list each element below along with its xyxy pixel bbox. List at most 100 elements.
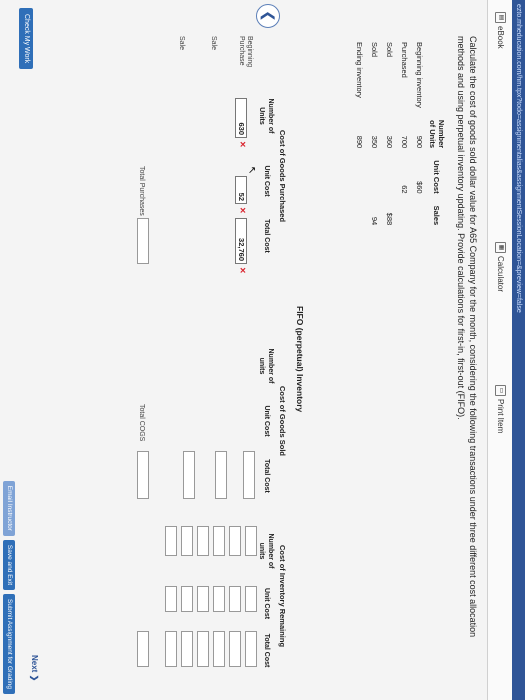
print-button[interactable]: ▭ Print Item [494, 385, 507, 433]
previous-arrow-button[interactable]: ❮ [256, 4, 280, 28]
row-label: Ending inventory [355, 42, 364, 98]
unit-cost-cell: 62 [400, 185, 409, 194]
remaining-units-input[interactable] [213, 526, 225, 556]
question-content: Calculate the cost of goods sold dollar … [137, 36, 485, 686]
fifo-title: FIFO (perpetual) Inventory [295, 306, 305, 413]
ebook-button[interactable]: ▤ eBook [494, 12, 507, 49]
row-label: Sold [370, 42, 379, 58]
book-icon: ▤ [495, 12, 506, 23]
units-cell: 350 [370, 135, 379, 149]
row-label: Beginning inventory [415, 42, 424, 108]
purchase-units-input[interactable]: 630 [235, 98, 247, 138]
table-row: Sold 360 $88 [382, 36, 397, 231]
sales-cell [397, 200, 412, 232]
mouse-cursor-icon: ↖ [246, 166, 257, 175]
remaining-unit-cost-input[interactable] [197, 586, 209, 612]
remaining-units-header: Number of units [258, 533, 274, 569]
remaining-unit-cost-input[interactable] [213, 586, 225, 612]
chevron-right-icon: ❯ [30, 674, 39, 682]
sold-total-input[interactable] [183, 451, 195, 499]
sale-row-label-2: Sale [178, 36, 185, 51]
save-and-exit-button[interactable]: Save and Exit [3, 539, 15, 591]
remaining-units-input[interactable] [245, 526, 257, 556]
check-my-work-button[interactable]: Check My Work [19, 8, 33, 70]
purchase-unit-cost-input[interactable]: 52 [235, 176, 247, 204]
remaining-total-cost-input[interactable] [229, 631, 241, 667]
row-label: Purchased [400, 42, 409, 78]
calculator-button[interactable]: ▦ Calculator [494, 242, 507, 292]
screenshot-stage: ezto.mheducation.com/hm.tpx?todo=assignm… [0, 0, 525, 700]
address-bar[interactable]: ezto.mheducation.com/hm.tpx?todo=assignm… [512, 0, 525, 700]
units-header: Number of Units [428, 119, 446, 149]
units-cell: 890 [355, 135, 364, 149]
remaining-unit-cost-input[interactable] [245, 586, 257, 612]
units-cell: 900 [415, 135, 424, 149]
email-instructor-button[interactable]: Email Instructor [3, 480, 15, 536]
sales-cell: 94 [370, 216, 379, 226]
sold-units-header: Number of units [258, 348, 274, 384]
purchased-total-cost-header: Total Cost [263, 219, 270, 253]
calculator-icon: ▦ [495, 242, 506, 253]
purchased-unit-cost-header: Unit Cost [263, 165, 270, 197]
next-label: Next [30, 655, 39, 673]
total-cogs-input[interactable] [137, 451, 149, 499]
purchase-row-label: Purchase [238, 36, 245, 66]
remaining-group-header: Cost of Inventory Remaining [278, 544, 287, 648]
remaining-unit-cost-input[interactable] [165, 586, 177, 612]
unit-cost-cell [352, 154, 367, 199]
ebook-label: eBook [496, 26, 505, 49]
submit-assignment-button[interactable]: Submit Assignment for Grading [3, 594, 15, 694]
sold-total-input[interactable] [215, 451, 227, 499]
unit-cost-cell: $60 [415, 181, 424, 194]
row-label: Sold [385, 42, 394, 58]
total-purchases-input[interactable] [137, 218, 149, 264]
next-button[interactable]: Next ❯ [30, 655, 39, 681]
sold-total-cost-header: Total Cost [263, 459, 270, 493]
table-row: Ending inventory 890 [352, 36, 367, 231]
printer-icon: ▭ [495, 385, 506, 396]
remaining-unit-cost-input[interactable] [181, 586, 193, 612]
top-toolbar: ▤ eBook ▦ Calculator ▭ Print Item [487, 0, 512, 700]
total-purchases-label: Total Purchases [138, 166, 145, 216]
table-row: Sold 350 94 [367, 36, 382, 231]
units-cell: 360 [385, 135, 394, 149]
unit-cost-cell [367, 154, 382, 199]
footer-actions: Email Instructor Save and Exit Submit As… [3, 480, 15, 694]
remaining-units-input[interactable] [229, 526, 241, 556]
question-text: Calculate the cost of goods sold dollar … [456, 36, 478, 638]
sales-cell [412, 200, 427, 232]
remaining-total-cost-input[interactable] [165, 631, 177, 667]
total-remaining-input[interactable] [137, 631, 149, 667]
incorrect-icon: ✕ [238, 267, 247, 274]
purchased-group-header: Cost of Goods Purchased [278, 129, 287, 223]
print-label: Print Item [496, 399, 505, 434]
blank-header [427, 36, 447, 114]
unit-cost-cell [382, 154, 397, 199]
remaining-unit-cost-input[interactable] [229, 586, 241, 612]
remaining-units-input[interactable] [197, 526, 209, 556]
remaining-total-cost-header: Total Cost [263, 633, 270, 668]
sale-row-label: Sale [210, 36, 217, 51]
remaining-total-cost-input[interactable] [197, 631, 209, 667]
incorrect-icon: ✕ [238, 207, 247, 214]
remaining-units-input[interactable] [181, 526, 193, 556]
beginning-row-label: Beginning [246, 36, 253, 68]
remaining-total-cost-input[interactable] [213, 631, 225, 667]
sales-cell [352, 200, 367, 232]
table-row: Purchased 700 62 [397, 36, 412, 231]
unit-cost-header: Unit Cost [432, 160, 442, 194]
purchase-total-cost-input[interactable]: 32,760 [235, 218, 247, 264]
sales-header: Sales [432, 205, 442, 226]
incorrect-icon: ✕ [238, 141, 247, 148]
transactions-table: Number of Units Unit Cost Sales Beginning… [352, 36, 447, 231]
purchased-units-header: Number of Units [258, 98, 274, 134]
remaining-total-cost-input[interactable] [181, 631, 193, 667]
remaining-total-cost-input[interactable] [245, 631, 257, 667]
remaining-units-input[interactable] [165, 526, 177, 556]
sold-total-input[interactable] [243, 451, 255, 499]
sold-unit-cost-header: Unit Cost [263, 405, 270, 437]
sales-cell: $88 [385, 212, 394, 226]
calculator-label: Calculator [496, 256, 505, 293]
remaining-unit-cost-header: Unit Cost [263, 587, 270, 620]
bottom-bar: Check My Work Next ❯ Email Instructor Sa… [0, 0, 47, 700]
